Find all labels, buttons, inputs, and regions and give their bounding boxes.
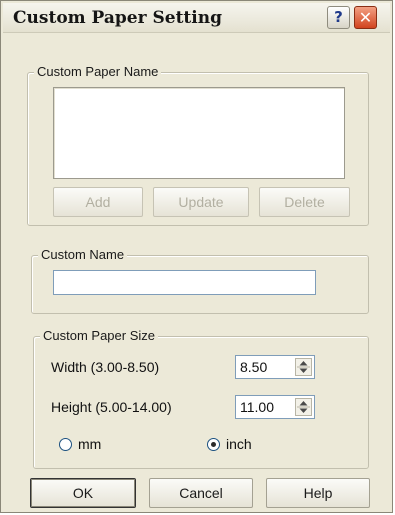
spin-arrows-icon [297,401,310,413]
update-button[interactable]: Update [153,187,249,217]
question-mark-icon: ? [334,8,343,26]
help-button[interactable]: Help [266,478,370,508]
custom-name-input[interactable] [53,270,316,295]
mm-radio-circle[interactable] [59,438,72,451]
window-title: Custom Paper Setting [13,8,222,28]
height-spin-buttons[interactable] [295,398,312,416]
cancel-button[interactable]: Cancel [149,478,253,508]
inch-radio-label: inch [226,436,252,452]
custom-name-legend: Custom Name [38,247,128,262]
custom-paper-name-list[interactable] [53,87,345,179]
width-label: Width (3.00-8.50) [51,359,160,375]
help-title-button[interactable]: ? [327,6,350,29]
inch-radio-circle[interactable] [207,438,220,451]
width-spinbox[interactable]: 8.50 [235,355,315,379]
height-label: Height (5.00-14.00) [51,399,172,415]
width-value[interactable]: 8.50 [240,359,267,375]
custom-paper-size-group: Custom Paper Size Width (3.00-8.50) 8.50… [33,328,369,469]
spin-arrows-icon [297,361,310,373]
height-value[interactable]: 11.00 [240,399,274,415]
close-button[interactable]: ✕ [354,6,377,29]
height-spinbox[interactable]: 11.00 [235,395,315,419]
custom-paper-name-group: Custom Paper Name Add Update Delete [27,64,369,226]
mm-radio-label: mm [78,436,102,452]
title-bar: Custom Paper Setting ? ✕ [3,3,390,33]
custom-paper-size-legend: Custom Paper Size [40,328,158,343]
custom-paper-setting-dialog: Custom Paper Setting ? ✕ Custom Paper Na… [0,0,393,513]
custom-name-group: Custom Name [31,247,369,314]
close-icon: ✕ [358,8,373,27]
width-spin-buttons[interactable] [295,358,312,376]
add-button[interactable]: Add [53,187,143,217]
delete-button[interactable]: Delete [259,187,350,217]
custom-paper-name-legend: Custom Paper Name [34,64,162,79]
ok-button[interactable]: OK [30,478,136,508]
radio-selected-dot [211,442,216,447]
